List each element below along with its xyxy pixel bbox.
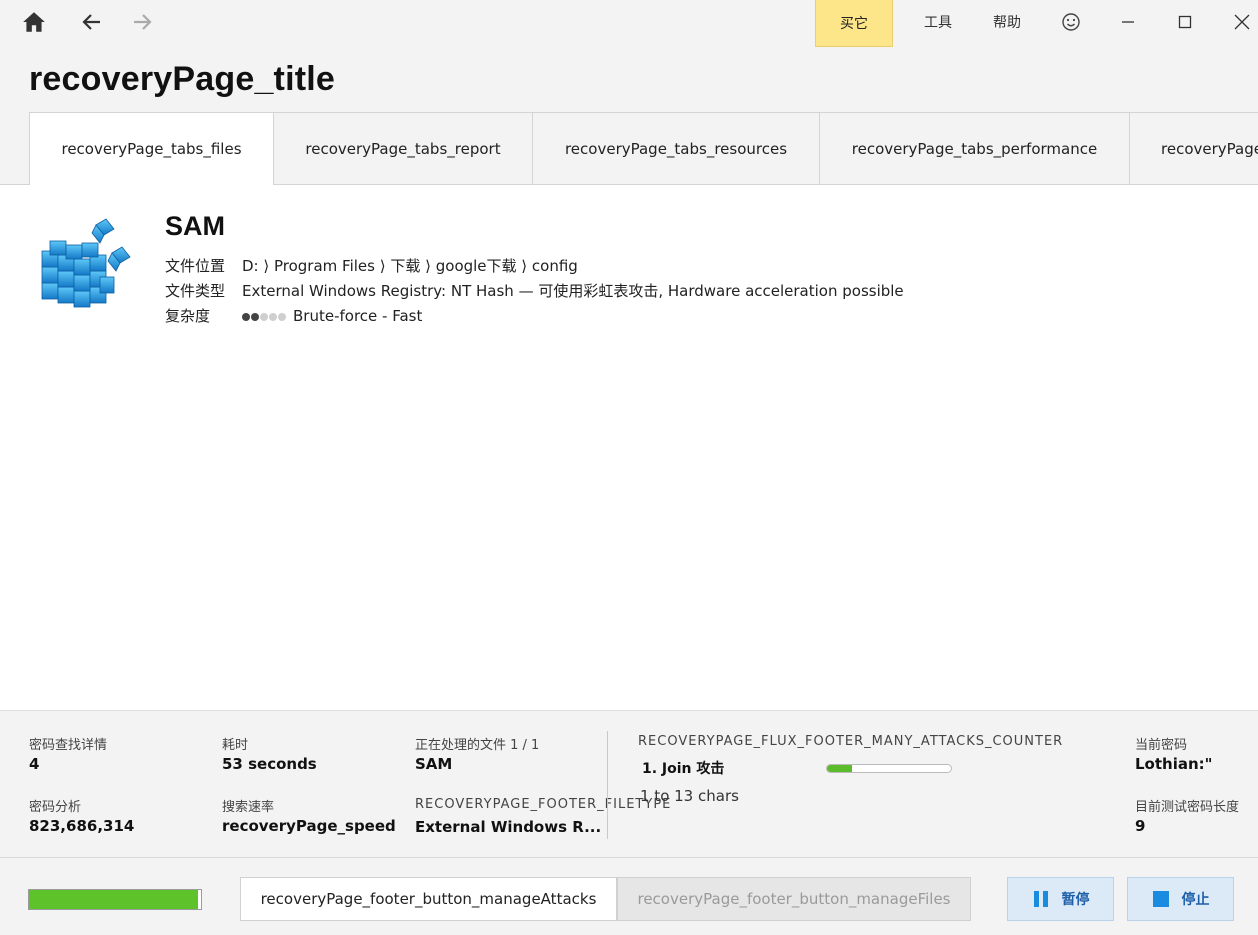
stop-icon [1152, 890, 1170, 908]
tab-more[interactable]: recoveryPage_tabs_... [1129, 112, 1258, 184]
attack-progress-fill [827, 765, 852, 772]
pause-button[interactable]: 暂停 [1007, 877, 1114, 921]
manage-files-button[interactable]: recoveryPage_footer_button_manageFiles [617, 877, 971, 921]
analysis-label: 密码分析 [29, 800, 82, 815]
feedback-button[interactable] [1055, 6, 1087, 38]
menu-tools[interactable]: 工具 [924, 12, 952, 32]
complexity-label: 复杂度 [165, 307, 211, 325]
current-password-value: Lothian:" [1135, 755, 1213, 773]
analysis-value: 823,686,314 [29, 817, 135, 835]
complexity-dot [260, 312, 268, 321]
back-button[interactable] [76, 6, 108, 38]
title-bar: 买它 工具 帮助 [0, 0, 1258, 47]
close-icon [1234, 14, 1250, 30]
complexity-dot [269, 312, 277, 321]
processing-value: SAM [415, 755, 453, 773]
arrow-left-icon [82, 14, 100, 30]
tab-bar: recoveryPage_tabs_files recoveryPage_tab… [0, 112, 1258, 185]
file-details-panel: SAM 文件位置 D: ⟩ Program Files ⟩ 下载 ⟩ google… [0, 185, 1258, 710]
filetype-value: External Windows R... [415, 818, 602, 836]
tab-files[interactable]: recoveryPage_tabs_files [29, 112, 274, 185]
attack-range: 1 to 13 chars [640, 787, 739, 805]
home-button[interactable] [18, 6, 50, 38]
forward-button[interactable] [126, 6, 158, 38]
pause-icon [1032, 890, 1050, 908]
minimize-icon [1122, 21, 1134, 23]
file-location-row: 文件位置 D: ⟩ Program Files ⟩ 下载 ⟩ google下载 ⟩… [165, 255, 578, 276]
complexity-value: Brute-force - Fast [293, 307, 423, 325]
file-type-row: 文件类型 External Windows Registry: NT Hash —… [165, 280, 904, 301]
complexity-dot [251, 312, 259, 321]
registry-cubes-icon [38, 215, 138, 315]
tab-report[interactable]: recoveryPage_tabs_report [273, 112, 533, 184]
file-location-label: 文件位置 [165, 257, 226, 275]
maximize-button[interactable] [1169, 6, 1201, 38]
current-length-value: 9 [1135, 817, 1146, 835]
minimize-button[interactable] [1112, 6, 1144, 38]
close-button[interactable] [1226, 6, 1258, 38]
file-type-label: 文件类型 [165, 282, 226, 300]
complexity-row: 复杂度 Brute-force - Fast [165, 305, 422, 326]
attack-progress-bar [826, 764, 952, 773]
file-name: SAM [165, 211, 225, 241]
arrow-right-icon [134, 14, 152, 30]
complexity-dot [278, 312, 286, 321]
recovery-stats: 密码查找详情 4 密码分析 823,686,314 耗时 53 seconds … [0, 710, 1258, 858]
footer-bar: recoveryPage_footer_button_manageAttacks… [0, 858, 1258, 935]
manage-attacks-button[interactable]: recoveryPage_footer_button_manageAttacks [240, 877, 617, 921]
buy-button[interactable]: 买它 [815, 0, 893, 47]
processing-label: 正在处理的文件 1 / 1 [415, 738, 540, 753]
file-type-value: External Windows Registry: NT Hash — 可使用… [242, 282, 904, 300]
tab-performance[interactable]: recoveryPage_tabs_performance [819, 112, 1130, 184]
maximize-icon [1178, 15, 1192, 29]
details-value: 4 [29, 755, 40, 773]
current-length-label: 目前测试密码长度 [1135, 800, 1240, 815]
attacks-counter-label: RECOVERYPAGE_FLUX_FOOTER_MANY_ATTACKS_CO… [638, 734, 1064, 749]
overall-progress-bar [28, 889, 202, 910]
file-location-value[interactable]: D: ⟩ Program Files ⟩ 下载 ⟩ google下载 ⟩ con… [242, 257, 578, 275]
page-title: recoveryPage_title [29, 60, 335, 98]
speed-value: recoveryPage_speed [222, 817, 396, 835]
home-icon [23, 12, 45, 32]
complexity-dots [242, 307, 287, 325]
elapsed-value: 53 seconds [222, 755, 317, 773]
overall-progress-fill [29, 890, 198, 909]
stop-button[interactable]: 停止 [1127, 877, 1234, 921]
stop-label: 停止 [1181, 892, 1210, 908]
elapsed-label: 耗时 [222, 738, 249, 753]
current-password-label: 当前密码 [1135, 738, 1188, 753]
attack-name: 1. Join 攻击 [642, 761, 725, 777]
pause-label: 暂停 [1061, 892, 1090, 908]
filetype-label: RECOVERYPAGE_FOOTER_FILETYPE [415, 797, 672, 812]
menu-help[interactable]: 帮助 [993, 12, 1021, 32]
smiley-icon [1062, 13, 1080, 31]
details-label: 密码查找详情 [29, 738, 108, 753]
stats-divider [607, 731, 608, 839]
speed-label: 搜索速率 [222, 800, 275, 815]
complexity-dot [242, 312, 250, 321]
tab-resources[interactable]: recoveryPage_tabs_resources [532, 112, 820, 184]
